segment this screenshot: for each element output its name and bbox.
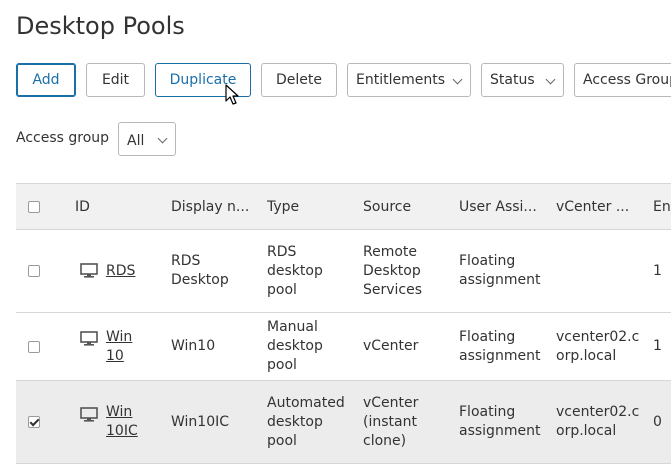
- type-cell: Manual desktop pool: [267, 319, 323, 373]
- entitlements-dropdown[interactable]: Entitlements: [347, 63, 471, 97]
- entitlements-cell: 1: [653, 262, 662, 279]
- row-checkbox[interactable]: [28, 340, 40, 353]
- access-group-label: Access Group: [583, 72, 671, 88]
- edit-button[interactable]: Edit: [86, 63, 145, 97]
- pool-id-link[interactable]: Win10IC: [106, 403, 138, 441]
- table-row[interactable]: Win10 Win10 Manual desktop pool vCenter …: [16, 313, 671, 381]
- column-header-vcenter[interactable]: vCenter ...: [556, 184, 644, 229]
- mouse-pointer-icon: [225, 84, 239, 105]
- column-header-type[interactable]: Type: [267, 184, 355, 229]
- column-header-display-name[interactable]: Display n...: [171, 184, 259, 229]
- entitlements-cell: 1: [653, 338, 662, 354]
- status-label: Status: [490, 72, 535, 88]
- row-checkbox-checked[interactable]: [28, 416, 40, 428]
- row-checkbox[interactable]: [28, 265, 40, 277]
- table-row[interactable]: RDS RDS Desktop RDS desktop pool Remote …: [16, 230, 671, 313]
- access-group-filter-label: Access group: [16, 130, 110, 146]
- type-cell: RDS desktop pool: [267, 243, 323, 298]
- display-name-cell: Win10IC: [171, 413, 230, 430]
- select-all-checkbox[interactable]: [28, 200, 40, 213]
- type-cell: Automated desktop pool: [267, 394, 345, 449]
- vcenter-cell: vcenter02.corp.local: [556, 404, 640, 439]
- chevron-down-icon: [452, 74, 463, 85]
- access-group-filter-value: All: [127, 133, 145, 149]
- page-title: Desktop Pools: [16, 12, 185, 40]
- desktop-monitor-icon: [80, 331, 98, 346]
- desktop-pools-table: ID Display n... Type Source User Assi...…: [16, 183, 671, 474]
- access-group-filter-select[interactable]: All: [118, 122, 176, 156]
- column-header-user-assignment[interactable]: User Assi...: [459, 184, 547, 229]
- column-header-source[interactable]: Source: [363, 184, 451, 229]
- user-assignment-cell: Floating assignment: [459, 328, 541, 364]
- add-button[interactable]: Add: [16, 63, 76, 97]
- source-cell: vCenter (instant clone): [363, 394, 419, 449]
- display-name-cell: RDS Desktop: [171, 253, 229, 288]
- status-dropdown[interactable]: Status: [481, 63, 564, 97]
- user-assignment-cell: Floating assignment: [459, 253, 541, 288]
- vcenter-cell: vcenter02.corp.local: [556, 328, 640, 364]
- desktop-monitor-icon: [80, 263, 98, 278]
- chevron-down-icon: [545, 74, 556, 85]
- entitlements-label: Entitlements: [356, 72, 445, 88]
- user-assignment-cell: Floating assignment: [459, 404, 541, 439]
- table-header: ID Display n... Type Source User Assi...…: [16, 184, 671, 230]
- chevron-down-icon: [157, 133, 168, 144]
- display-name-cell: Win10: [171, 338, 216, 354]
- column-header-entitlements[interactable]: Ent: [653, 184, 671, 229]
- pool-id-link[interactable]: RDS: [106, 262, 135, 281]
- source-cell: Remote Desktop Services: [363, 243, 423, 298]
- entitlements-cell: 0: [653, 413, 662, 430]
- access-group-dropdown[interactable]: Access Group: [574, 63, 671, 97]
- source-cell: vCenter: [363, 338, 419, 354]
- table-row-selected[interactable]: Win10IC Win10IC Automated desktop pool v…: [16, 381, 671, 464]
- delete-button[interactable]: Delete: [261, 63, 337, 97]
- pool-id-link[interactable]: Win10: [106, 328, 138, 366]
- desktop-monitor-icon: [80, 407, 98, 422]
- column-header-id[interactable]: ID: [75, 184, 155, 229]
